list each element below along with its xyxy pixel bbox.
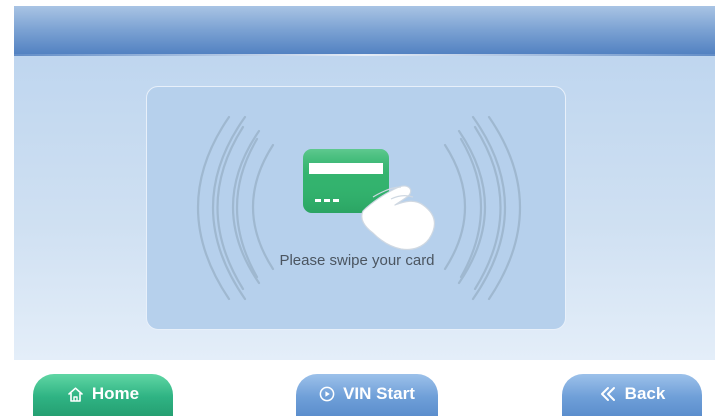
signal-waves-left-icon [197,115,275,301]
back-button-label: Back [624,384,666,403]
home-button[interactable]: Home [33,374,173,416]
home-button-label: Home [91,384,140,403]
signal-waves-right-icon [443,115,521,301]
double-chevron-left-icon [599,386,617,402]
card-swipe-illustration: Please swipe your card [197,115,521,301]
home-icon [67,386,84,403]
card-swipe-screen: Please swipe your card Home VIN Start Ba… [0,0,715,416]
swipe-prompt-text: Please swipe your card [279,252,434,269]
swipe-card-panel: Please swipe your card [146,86,566,330]
vin-start-button[interactable]: VIN Start [296,374,438,416]
play-circle-icon [319,386,335,402]
back-button[interactable]: Back [562,374,702,416]
header-bar [14,6,715,56]
vin-start-button-label: VIN Start [343,384,415,403]
